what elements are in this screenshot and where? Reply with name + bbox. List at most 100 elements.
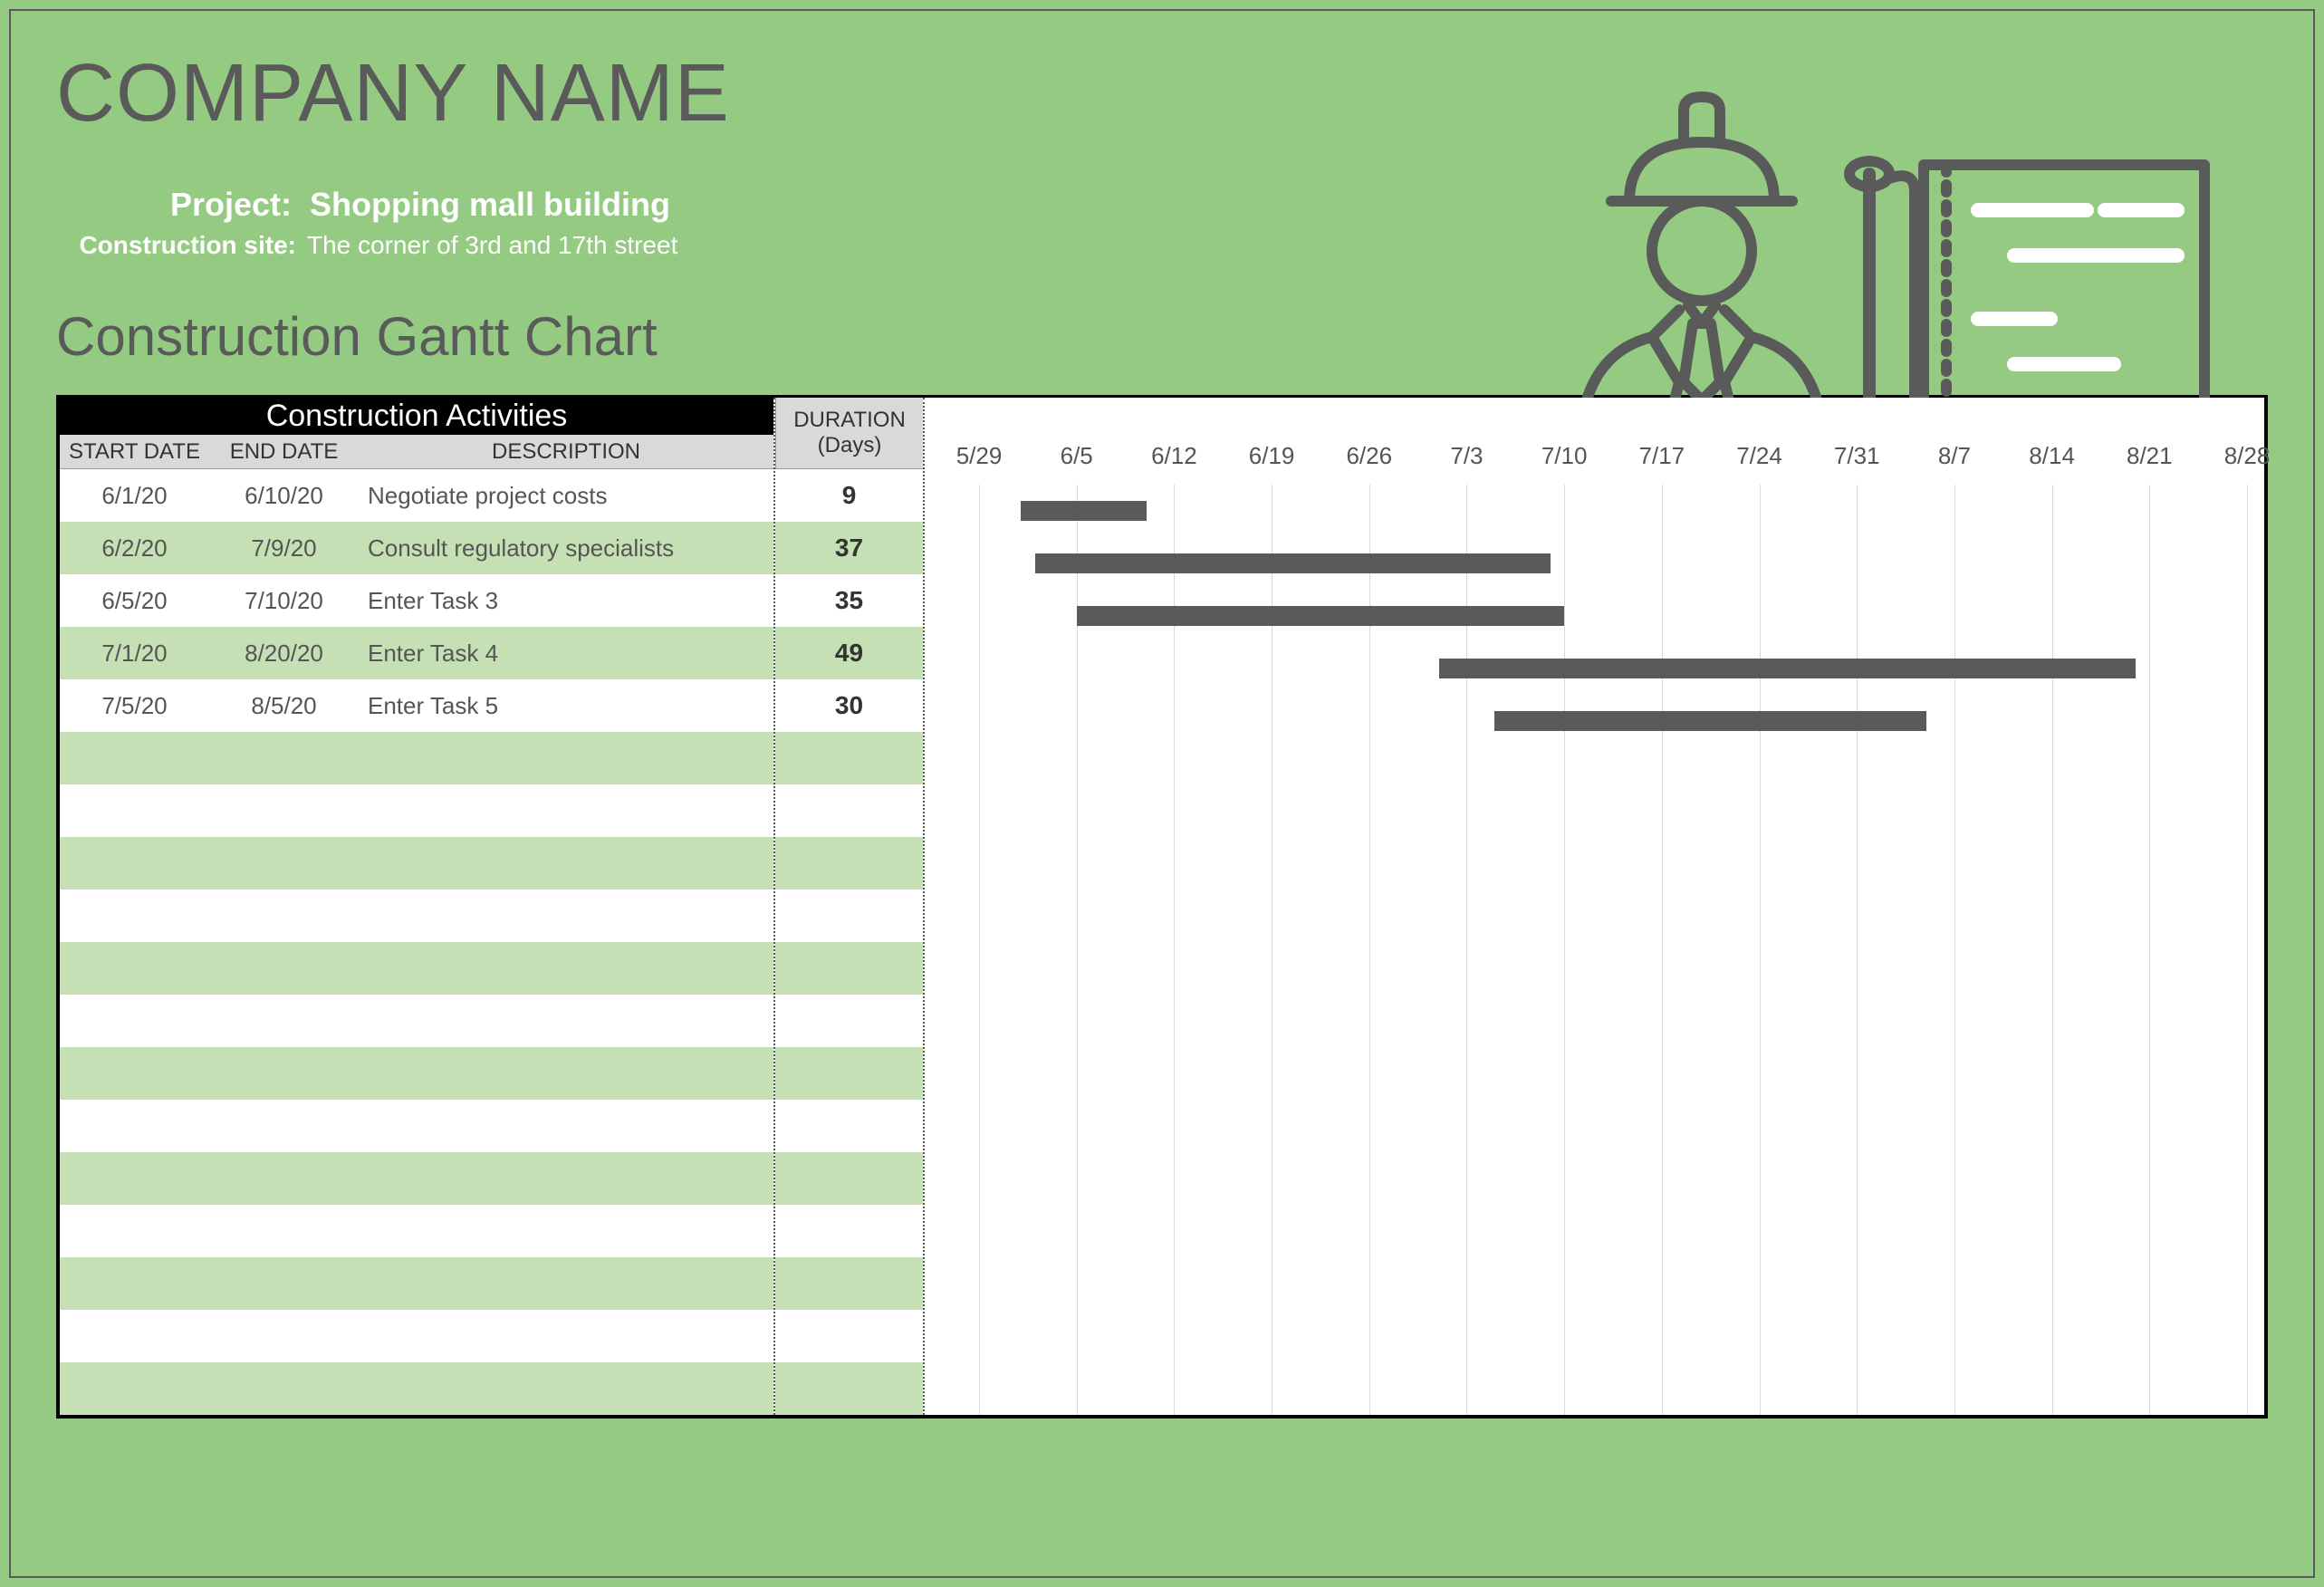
duration-header: DURATION (Days) bbox=[775, 398, 923, 469]
duration-cell bbox=[775, 890, 923, 942]
table-row bbox=[60, 1205, 773, 1257]
project-value: Shopping mall building bbox=[310, 186, 670, 224]
duration-cell bbox=[775, 1257, 923, 1310]
duration-cell bbox=[775, 837, 923, 890]
activities-subheader: START DATE END DATE DESCRIPTION bbox=[60, 435, 773, 469]
cell-end-date: 7/10/20 bbox=[209, 587, 359, 615]
cell-description: Enter Task 5 bbox=[359, 692, 773, 720]
cell-end-date: 6/10/20 bbox=[209, 482, 359, 510]
duration-cell bbox=[775, 1047, 923, 1100]
duration-unit: (Days) bbox=[818, 433, 882, 458]
duration-cell bbox=[775, 1362, 923, 1415]
bar-row bbox=[925, 642, 2264, 695]
cell-start-date: 6/5/20 bbox=[60, 587, 209, 615]
bar-row bbox=[925, 695, 2264, 747]
tick-label: 7/17 bbox=[1639, 442, 1685, 470]
bar-row bbox=[925, 1115, 2264, 1168]
table-row: 6/2/207/9/20Consult regulatory specialis… bbox=[60, 522, 773, 574]
cell-end-date: 7/9/20 bbox=[209, 534, 359, 563]
duration-column: DURATION (Days) 937354930 bbox=[775, 398, 925, 1415]
bar-row bbox=[925, 747, 2264, 800]
bar-row bbox=[925, 485, 2264, 537]
table-row bbox=[60, 784, 773, 837]
tick-label: 6/26 bbox=[1346, 442, 1392, 470]
tick-label: 6/19 bbox=[1249, 442, 1295, 470]
page-frame: COMPANY NAME Project: Shopping mall buil… bbox=[9, 9, 2315, 1578]
tick-label: 8/7 bbox=[1938, 442, 1971, 470]
duration-cell: 9 bbox=[775, 469, 923, 522]
bar-row bbox=[925, 537, 2264, 590]
duration-cell: 37 bbox=[775, 522, 923, 574]
bar-row bbox=[925, 1378, 2264, 1430]
bar-row bbox=[925, 1168, 2264, 1220]
bar-row bbox=[925, 1063, 2264, 1115]
tick-label: 7/3 bbox=[1450, 442, 1483, 470]
duration-cell: 35 bbox=[775, 574, 923, 627]
bar-row bbox=[925, 1325, 2264, 1378]
activities-header: Construction Activities bbox=[60, 398, 773, 435]
table-row: 6/1/206/10/20Negotiate project costs bbox=[60, 469, 773, 522]
cell-description: Negotiate project costs bbox=[359, 482, 773, 510]
duration-rows: 937354930 bbox=[775, 469, 923, 1415]
duration-cell bbox=[775, 1310, 923, 1362]
col-end-date: END DATE bbox=[209, 439, 359, 465]
table-row bbox=[60, 1100, 773, 1152]
bar-row bbox=[925, 1220, 2264, 1273]
gantt-bar bbox=[1439, 659, 2136, 678]
tick-label: 7/24 bbox=[1736, 442, 1782, 470]
table-row bbox=[60, 1362, 773, 1415]
table-row: 7/5/208/5/20Enter Task 5 bbox=[60, 679, 773, 732]
cell-start-date: 6/2/20 bbox=[60, 534, 209, 563]
cell-start-date: 7/1/20 bbox=[60, 640, 209, 668]
bar-row bbox=[925, 852, 2264, 905]
gantt-bar bbox=[1077, 606, 1564, 626]
cell-description: Consult regulatory specialists bbox=[359, 534, 773, 563]
tick-label: 8/28 bbox=[2224, 442, 2271, 470]
cell-end-date: 8/20/20 bbox=[209, 640, 359, 668]
table-row bbox=[60, 1257, 773, 1310]
cell-description: Enter Task 4 bbox=[359, 640, 773, 668]
timeline-header: 5/296/56/126/196/267/37/107/177/247/318/… bbox=[925, 398, 2264, 485]
bar-row bbox=[925, 905, 2264, 957]
duration-cell: 30 bbox=[775, 679, 923, 732]
duration-cell bbox=[775, 942, 923, 995]
table-row bbox=[60, 1047, 773, 1100]
tick-label: 5/29 bbox=[956, 442, 1003, 470]
cell-start-date: 7/5/20 bbox=[60, 692, 209, 720]
tick-label: 7/10 bbox=[1541, 442, 1588, 470]
bar-row bbox=[925, 800, 2264, 852]
gantt-bar bbox=[1021, 501, 1146, 521]
activities-column: Construction Activities START DATE END D… bbox=[60, 398, 775, 1415]
duration-cell bbox=[775, 784, 923, 837]
col-start-date: START DATE bbox=[60, 439, 209, 465]
table-row bbox=[60, 837, 773, 890]
tick-label: 6/5 bbox=[1061, 442, 1093, 470]
duration-cell bbox=[775, 732, 923, 784]
cell-description: Enter Task 3 bbox=[359, 587, 773, 615]
site-value: The corner of 3rd and 17th street bbox=[307, 231, 677, 260]
gantt-bar bbox=[1035, 553, 1551, 573]
table-row: 6/5/207/10/20Enter Task 3 bbox=[60, 574, 773, 627]
gantt-bar bbox=[1494, 711, 1926, 731]
site-label: Construction site: bbox=[56, 231, 296, 260]
bar-row bbox=[925, 590, 2264, 642]
gantt-container: Construction Activities START DATE END D… bbox=[56, 395, 2268, 1419]
header: COMPANY NAME Project: Shopping mall buil… bbox=[56, 47, 2268, 368]
chart-body bbox=[925, 485, 2264, 1415]
duration-cell bbox=[775, 1152, 923, 1205]
duration-cell: 49 bbox=[775, 627, 923, 679]
duration-cell bbox=[775, 1205, 923, 1257]
cell-start-date: 6/1/20 bbox=[60, 482, 209, 510]
tick-label: 7/31 bbox=[1834, 442, 1880, 470]
duration-label: DURATION bbox=[793, 408, 906, 433]
tick-label: 8/21 bbox=[2127, 442, 2173, 470]
project-label: Project: bbox=[56, 186, 292, 224]
duration-cell bbox=[775, 995, 923, 1047]
table-row bbox=[60, 890, 773, 942]
table-row bbox=[60, 732, 773, 784]
col-description: DESCRIPTION bbox=[359, 439, 773, 465]
table-row bbox=[60, 1152, 773, 1205]
timeline-column: 5/296/56/126/196/267/37/107/177/247/318/… bbox=[925, 398, 2264, 1415]
table-row bbox=[60, 1310, 773, 1362]
bar-row bbox=[925, 1010, 2264, 1063]
